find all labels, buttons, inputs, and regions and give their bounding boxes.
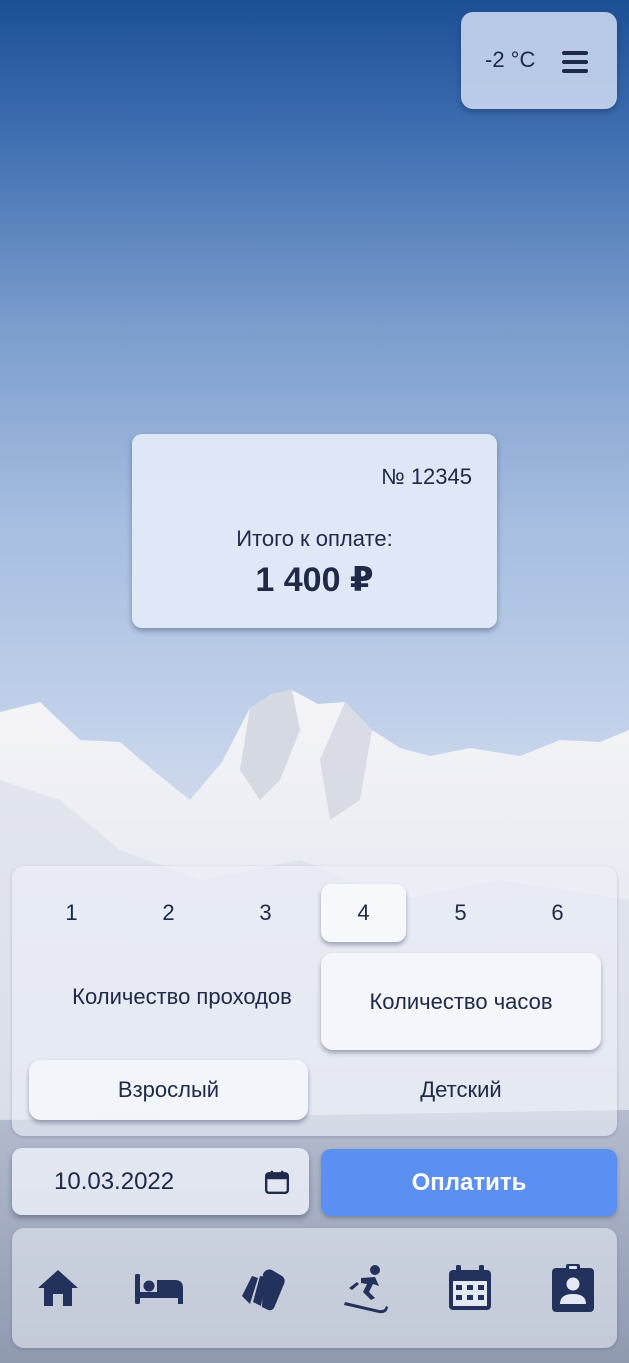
bottom-navigation: [12, 1228, 617, 1348]
calendar-icon: [449, 1265, 491, 1310]
pay-button[interactable]: Оплатить: [321, 1149, 617, 1216]
date-value: 10.03.2022: [54, 1168, 175, 1195]
hour-option-1[interactable]: 1: [29, 884, 114, 942]
nav-tickets[interactable]: [236, 1262, 288, 1314]
date-picker-field[interactable]: 10.03.2022: [12, 1148, 309, 1215]
hour-option-4[interactable]: 4: [321, 884, 406, 942]
order-number: № 12345: [381, 464, 472, 489]
skier-icon: [344, 1265, 388, 1314]
cards-icon: [242, 1269, 285, 1311]
ticket-options-panel: 1 2 3 4 5 6 Количество проходов Количест…: [12, 866, 617, 1136]
hour-option-5[interactable]: 5: [418, 884, 503, 942]
age-adult-toggle[interactable]: Взрослый: [29, 1060, 308, 1120]
hour-option-6[interactable]: 6: [515, 884, 600, 942]
bed-icon: [135, 1274, 183, 1304]
nav-profile[interactable]: [547, 1262, 599, 1314]
total-amount: 1 400 ₽: [255, 561, 374, 599]
badge-icon: [552, 1264, 594, 1312]
temperature-label: -2 °C: [485, 47, 536, 72]
nav-home[interactable]: [32, 1262, 84, 1314]
hour-option-2[interactable]: 2: [126, 884, 211, 942]
nav-calendar[interactable]: [444, 1262, 496, 1314]
order-summary-card: № 12345 Итого к оплате: 1 400 ₽: [132, 434, 497, 628]
nav-ski[interactable]: [339, 1262, 391, 1314]
hamburger-menu-icon[interactable]: [562, 51, 588, 73]
mode-passes-toggle[interactable]: Количество проходов: [40, 952, 324, 1042]
mode-hours-toggle[interactable]: Количество часов: [321, 953, 601, 1050]
weather-widget[interactable]: -2 °C: [461, 12, 617, 109]
hour-option-3[interactable]: 3: [223, 884, 308, 942]
total-label: Итого к оплате:: [236, 526, 393, 551]
age-child-toggle[interactable]: Детский: [321, 1060, 601, 1120]
calendar-icon[interactable]: [264, 1169, 290, 1195]
nav-hotel[interactable]: [133, 1262, 185, 1314]
home-icon: [38, 1270, 78, 1306]
